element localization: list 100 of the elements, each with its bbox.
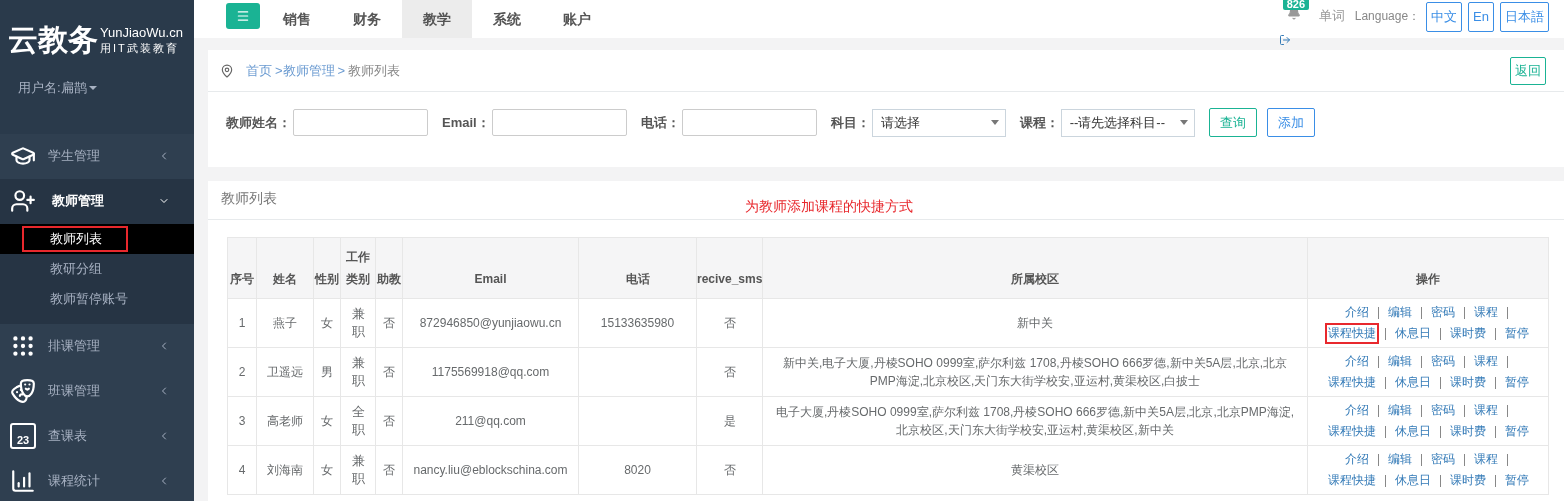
action-link[interactable]: 密码: [1428, 400, 1458, 421]
column-header: 序号: [227, 237, 257, 299]
language-button[interactable]: En: [1468, 2, 1494, 32]
submenu-item[interactable]: 教研分组: [0, 253, 194, 284]
action-link[interactable]: 课程快捷: [1324, 372, 1379, 393]
language-button[interactable]: 中文: [1426, 2, 1463, 32]
annotation-text: 为教师添加课程的快捷方式: [745, 197, 913, 216]
action-link[interactable]: 休息日: [1391, 323, 1434, 344]
action-link[interactable]: 课程快捷: [1324, 421, 1379, 442]
table-cell: 1175569918@qq.com: [402, 347, 579, 397]
filter-label: Email：: [442, 113, 490, 132]
words-link[interactable]: 单词: [1318, 6, 1345, 26]
user-menu[interactable]: 用户名:扁鹊: [18, 78, 97, 98]
text-field[interactable]: [681, 109, 817, 136]
table-cell: 15133635980: [578, 298, 697, 348]
language-button[interactable]: 日本語: [1500, 2, 1549, 32]
table-cell: 男: [313, 347, 341, 397]
column-header: 所属校区: [762, 237, 1308, 299]
action-link[interactable]: 密码: [1428, 351, 1458, 372]
sidebar-item[interactable]: 班课管理: [0, 368, 194, 414]
sidebar-item[interactable]: 课程统计: [0, 458, 194, 501]
table-cell: 女: [313, 396, 341, 446]
action-link[interactable]: 休息日: [1391, 372, 1434, 393]
action-link[interactable]: 课时费: [1446, 323, 1489, 344]
action-link[interactable]: 编辑: [1385, 302, 1415, 323]
text-field[interactable]: [293, 109, 428, 136]
action-link[interactable]: 课时费: [1446, 421, 1489, 442]
submenu-item[interactable]: 教师列表: [0, 223, 194, 254]
highlight-frame: 教研分组: [22, 255, 128, 282]
filter-label: 电话：: [640, 113, 680, 132]
action-link[interactable]: 课程: [1471, 302, 1501, 323]
action-link[interactable]: 编辑: [1385, 449, 1415, 470]
table-cell: 兼职: [340, 445, 376, 495]
nav-tab[interactable]: 系统: [472, 0, 542, 38]
table-cell: 否: [375, 347, 403, 397]
action-link[interactable]: 介绍: [1342, 302, 1372, 323]
action-link[interactable]: 暂停: [1501, 470, 1532, 491]
nav-tab[interactable]: 销售: [262, 0, 332, 38]
caret-icon: [88, 85, 97, 90]
action-link[interactable]: 课时费: [1446, 470, 1489, 491]
table-cell: 否: [375, 396, 403, 446]
action-link[interactable]: 编辑: [1385, 400, 1415, 421]
sidebar-item[interactable]: 学生管理: [0, 133, 194, 179]
action-link[interactable]: 课程快捷: [1324, 470, 1379, 491]
table-cell: 电子大厦,丹棱SOHO 0999室,萨尔利兹 1708,丹棱SOHO 666罗德,新中关5A层,北京,北京PMP海淀,北京校区,天门东大街学校安,亚运村,黄渠校区,新中关: [762, 396, 1308, 446]
nav-tab[interactable]: 教学: [402, 0, 472, 38]
action-link[interactable]: 休息日: [1391, 421, 1434, 442]
table-cell: 4: [227, 445, 257, 495]
search-button[interactable]: 查询: [1208, 108, 1257, 137]
table-cell: 否: [696, 445, 763, 495]
logo-text: 云教务: [8, 22, 98, 58]
table-cell: 全职: [340, 396, 376, 446]
table-cell: 1: [227, 298, 257, 348]
table-cell: 8020: [578, 445, 697, 495]
menu-button[interactable]: [226, 3, 260, 29]
nav-tab[interactable]: 财务: [332, 0, 402, 38]
table-cell: 刘海南: [256, 445, 314, 495]
notification-badge: 826: [1282, 0, 1310, 10]
action-link[interactable]: 密码: [1428, 449, 1458, 470]
back-button[interactable]: 返回: [1510, 56, 1546, 85]
action-link[interactable]: 休息日: [1391, 470, 1434, 491]
action-link[interactable]: 编辑: [1385, 351, 1415, 372]
action-link[interactable]: 课程: [1471, 351, 1501, 372]
action-link[interactable]: 密码: [1428, 302, 1458, 323]
add-button[interactable]: 添加: [1266, 108, 1315, 137]
sidebar-item[interactable]: 排课管理: [0, 323, 194, 369]
action-link[interactable]: 暂停: [1501, 372, 1532, 393]
action-link[interactable]: 课程: [1471, 449, 1501, 470]
table-cell: 卫遥远: [256, 347, 314, 397]
breadcrumb-link[interactable]: 首页: [246, 60, 272, 81]
text-field[interactable]: [491, 109, 627, 136]
submenu-item[interactable]: 教师暂停账号: [0, 283, 194, 314]
table-cell: 3: [227, 396, 257, 446]
logo-slogan: 用IT武装教育: [100, 41, 180, 55]
select-field[interactable]: --请先选择科目--: [1060, 108, 1195, 137]
select-field[interactable]: 请选择: [871, 108, 1006, 137]
table-cell: 新中关,电子大厦,丹棱SOHO 0999室,萨尔利兹 1708,丹棱SOHO 666罗德,新中关5A层,北京,北京PMP海淀,北京校区,天门东大街学校安,亚运村,黄渠校区,白披士: [762, 347, 1308, 397]
filter-label: 教师姓名：: [226, 113, 291, 132]
logout-icon[interactable]: [1278, 34, 1291, 46]
sidebar-item[interactable]: 23 查课表: [0, 413, 194, 459]
action-link[interactable]: 课时费: [1446, 372, 1489, 393]
action-link[interactable]: 暂停: [1501, 421, 1532, 442]
dropdown-caret-icon: [990, 120, 999, 125]
nav-tab[interactable]: 账户: [542, 0, 612, 38]
action-link[interactable]: 介绍: [1342, 400, 1372, 421]
column-header: 姓名: [256, 237, 314, 299]
action-link[interactable]: 课程: [1471, 400, 1501, 421]
action-link[interactable]: 暂停: [1501, 323, 1532, 344]
table-cell: nancy.liu@eblockschina.com: [402, 445, 579, 495]
sidebar-item[interactable]: 教师管理: [0, 178, 194, 224]
column-header: 性别: [313, 237, 341, 299]
breadcrumb-link[interactable]: >教师管理: [275, 60, 335, 81]
table-cell: 是: [696, 396, 763, 446]
action-link[interactable]: 介绍: [1342, 449, 1372, 470]
action-link[interactable]: 课程快捷: [1324, 323, 1379, 344]
filter-label: 课程：: [1019, 113, 1059, 132]
calendar-icon: 23: [10, 423, 36, 449]
breadcrumb-link[interactable]: >: [337, 60, 346, 81]
logo-domain: YunJiaoWu.cn: [100, 25, 183, 41]
action-link[interactable]: 介绍: [1342, 351, 1372, 372]
